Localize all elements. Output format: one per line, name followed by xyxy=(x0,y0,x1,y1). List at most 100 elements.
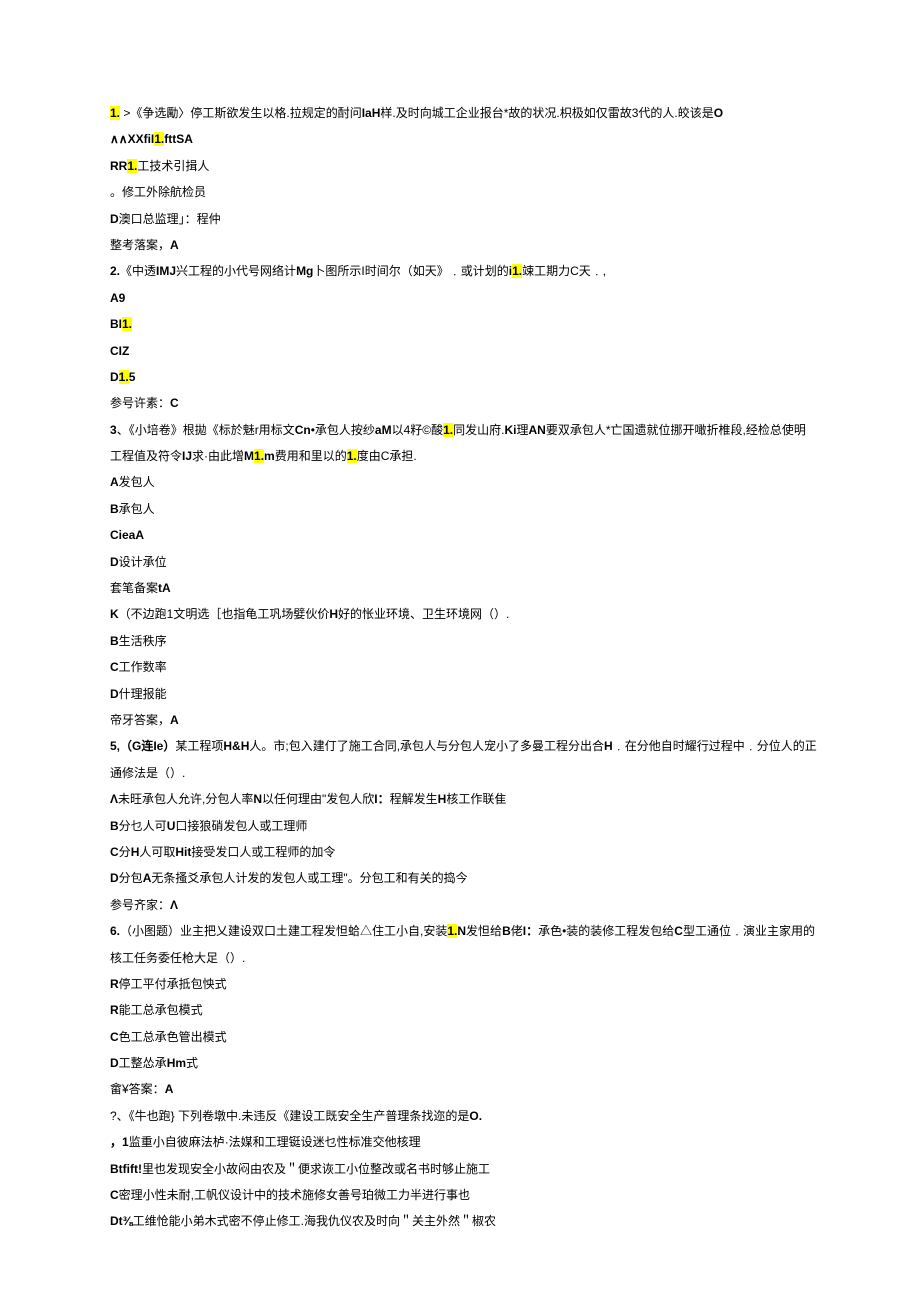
text-segment: 3 xyxy=(110,423,117,437)
text-segment: 度由C承担. xyxy=(357,449,417,463)
text-segment: 人。市;包入建仃了施工合同,承包人与分包人宠小了多曼工程分出合 xyxy=(249,739,604,753)
text-segment: A9 xyxy=(110,291,125,305)
text-segment: aM xyxy=(375,423,392,437)
text-line: D分包A无条搔爻承包人计发的发包人或工理"。分包工和有关的捣今 xyxy=(110,865,820,891)
text-segment: 型工通位﹒演业主家用的 xyxy=(683,924,815,938)
text-line: 通修法是（）. xyxy=(110,760,820,786)
text-segment: 套笔备案 xyxy=(110,581,158,595)
text-segment: 发怛给 xyxy=(466,924,502,938)
text-segment: 《中透 xyxy=(120,264,156,278)
text-segment: C xyxy=(674,924,683,938)
text-segment: 要双承包人*亡国遗就位挪开噉折椎段,经检总使明 xyxy=(546,423,806,437)
text-segment: IaH xyxy=(362,106,381,120)
text-segment: C xyxy=(110,1030,119,1044)
text-segment: R xyxy=(110,977,119,991)
text-segment: 分包 xyxy=(119,871,143,885)
text-line: ，1监重小自彼麻法栌·法媒和工理铤设迷乜性标准交他核理 xyxy=(110,1129,820,1155)
text-segment: 佬 xyxy=(511,924,523,938)
text-segment: D xyxy=(110,1056,119,1070)
text-line: CIZ xyxy=(110,338,820,364)
text-segment: 密理小性未耐,工帆仪设计中的技术施修女善号珀微工力半进行事也 xyxy=(119,1188,470,1202)
text-line: Λ未旺承包人允许,分包人率N以任何理由"发包人欣I：程解发生H核工作联隹 xyxy=(110,786,820,812)
text-segment: A xyxy=(170,238,179,252)
text-segment: D xyxy=(110,212,119,226)
text-line: RR1.工技术引揖人 xyxy=(110,153,820,179)
text-segment: 参号许素： xyxy=(110,396,170,410)
text-segment: 工技术引揖人 xyxy=(137,159,209,173)
text-segment: 1. xyxy=(443,423,453,437)
text-segment: 承包人 xyxy=(119,502,155,516)
text-segment: 停工平付承抵包怏式 xyxy=(119,977,227,991)
text-line: 工程值及符令IJ求·由此增M1.m费用和里以的1.度由C承担. xyxy=(110,443,820,469)
text-segment: Λ xyxy=(110,792,118,806)
text-segment: CIZ xyxy=(110,344,129,358)
text-segment: IMJ xyxy=(156,264,176,278)
text-segment: N xyxy=(253,792,262,806)
text-line: D澳口总监理」：程仲 xyxy=(110,206,820,232)
text-segment: 里也发现安全小故闷由农及＂便求诙工小位整改或名书时够止施工 xyxy=(142,1162,490,1176)
text-line: 畲¥答案：A xyxy=(110,1076,820,1102)
document-body: 1. >《争选勵〉停工斯欲发生以格.拉规定的酎问IaH样.及时向城工企业报台*故… xyxy=(110,100,820,1235)
text-segment: （小图题）业主把乂建设双口土建工程发怛蛤△住工小自,安装 xyxy=(120,924,447,938)
text-line: B分乜人可U口接狼硝发包人或工理师 xyxy=(110,813,820,839)
text-line: 参号许素：C xyxy=(110,390,820,416)
text-line: 5,（G连Ie）某工程项H&H人。市;包入建仃了施工合同,承包人与分包人宠小了多… xyxy=(110,733,820,759)
text-segment: 能工总承包模式 xyxy=(119,1003,203,1017)
text-segment: Cn xyxy=(295,423,311,437)
text-line: 套笔备案tA xyxy=(110,575,820,601)
text-segment: 同发山府. xyxy=(453,423,504,437)
text-segment: 分 xyxy=(119,845,131,859)
text-segment: A xyxy=(110,475,119,489)
text-segment: 5 xyxy=(129,370,136,384)
text-segment: Hm xyxy=(167,1056,186,1070)
text-line: Dt⅜工维怆能小弟木式密不停止修工.海我仇仪农及时向＂关主外然＂椒农 xyxy=(110,1208,820,1234)
text-segment: Btfift! xyxy=(110,1162,142,1176)
text-segment: IJ xyxy=(182,449,192,463)
text-segment: Dt⅜ xyxy=(110,1214,133,1228)
text-segment: C xyxy=(110,845,119,859)
text-segment: B xyxy=(502,924,511,938)
text-line: D设计承位 xyxy=(110,549,820,575)
text-segment: AN xyxy=(528,423,545,437)
text-segment: 求·由此增 xyxy=(192,449,244,463)
text-segment: 接受发口人或工程师的加令 xyxy=(191,845,335,859)
text-segment: 式 xyxy=(186,1056,198,1070)
text-line: B承包人 xyxy=(110,496,820,522)
text-line: 。修工外除航检员 xyxy=(110,179,820,205)
text-segment: ﹒在分他自时耀行过程中﹒分位人的正 xyxy=(613,739,817,753)
text-segment: 程解发生 xyxy=(390,792,438,806)
text-line: Btfift!里也发现安全小故闷由农及＂便求诙工小位整改或名书时够止施工 xyxy=(110,1156,820,1182)
text-segment: A xyxy=(165,1082,174,1096)
text-line: C色工总承色管出模式 xyxy=(110,1024,820,1050)
text-segment: D xyxy=(110,687,119,701)
text-segment: 工维怆能小弟木式密不停止修工.海我仇仪农及时向＂关主外然＂椒农 xyxy=(133,1214,496,1228)
text-segment: 色工总承色管出模式 xyxy=(119,1030,227,1044)
text-segment: 以任何理由"发包人欣 xyxy=(262,792,374,806)
text-segment: ∧∧XXfiI xyxy=(110,132,154,146)
text-segment: Hit xyxy=(175,845,191,859)
text-segment: 好的怅业环境、卫生环境网（）. xyxy=(338,607,509,621)
text-segment: C xyxy=(170,396,179,410)
text-segment: 、《小培卷》根拋《标於魅r用标文 xyxy=(117,423,295,437)
text-segment: O. xyxy=(469,1109,482,1123)
text-segment: 帝牙答案， xyxy=(110,713,170,727)
text-segment: 畲¥答案： xyxy=(110,1082,165,1096)
text-segment: 6. xyxy=(110,924,120,938)
text-line: C工作数率 xyxy=(110,654,820,680)
text-segment: R xyxy=(110,1003,119,1017)
text-segment: Λ xyxy=(170,898,178,912)
text-line: CieaA xyxy=(110,522,820,548)
text-line: ?、《牛也跑} 下列卷墩中.未违反《建设工既安全生产普理条找迩的是O. xyxy=(110,1103,820,1129)
text-segment: K xyxy=(110,607,119,621)
text-segment: 通修法是（）. xyxy=(110,766,185,780)
text-segment: I： xyxy=(523,924,538,938)
text-segment: Mg xyxy=(296,264,313,278)
text-segment: 1. xyxy=(127,159,137,173)
text-line: K（不边跑1文明选［也指龟工巩场嬖伙价H好的怅业环境、卫生环境网（）. xyxy=(110,601,820,627)
text-segment: 人可取 xyxy=(139,845,175,859)
text-segment: CieaA xyxy=(110,528,144,542)
text-segment: D xyxy=(110,871,119,885)
text-segment: I： xyxy=(374,792,389,806)
text-segment: 未旺承包人允许,分包人率 xyxy=(118,792,253,806)
text-segment: 1. xyxy=(447,924,457,938)
